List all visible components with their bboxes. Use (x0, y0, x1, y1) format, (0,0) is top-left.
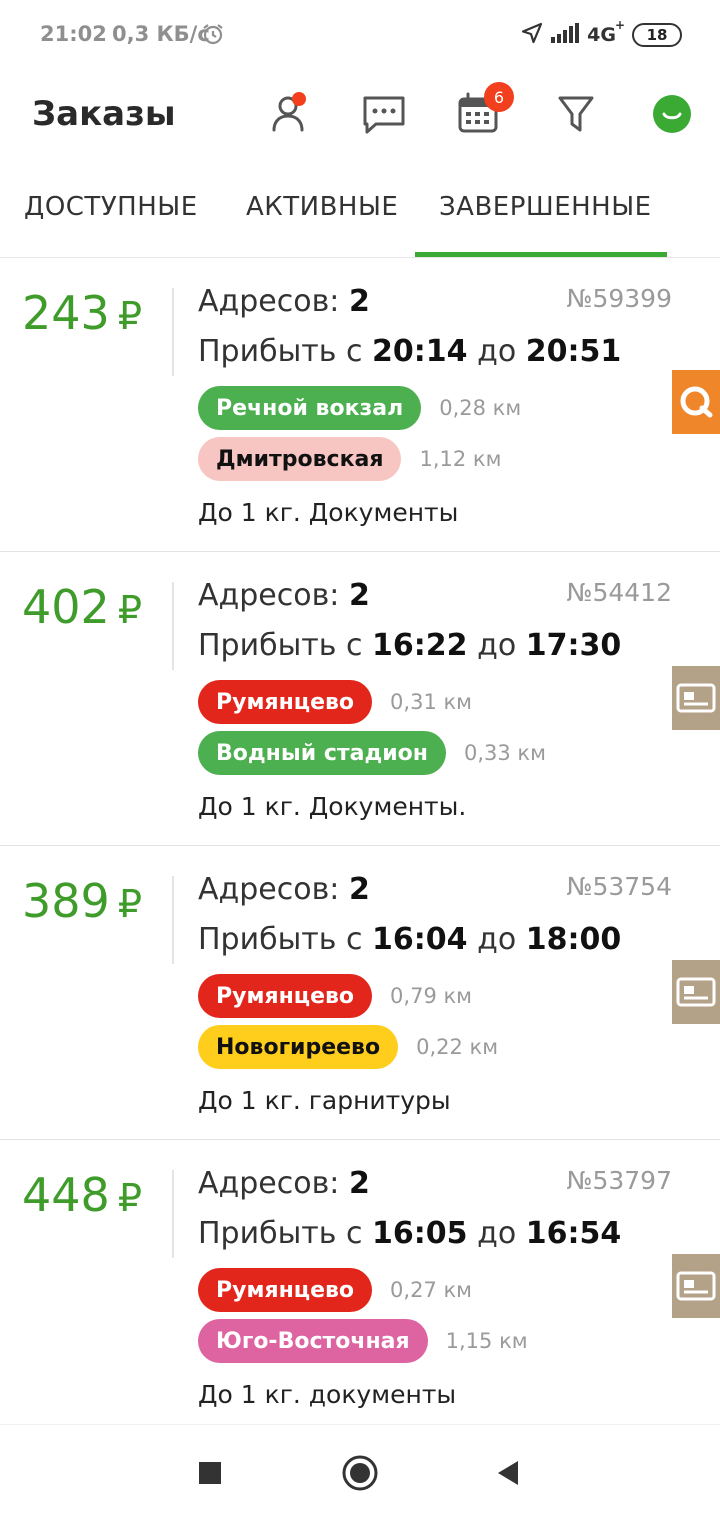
addresses-count: Адресов: 2 (198, 872, 370, 907)
profile-button[interactable] (262, 88, 314, 140)
tab-indicator (415, 252, 667, 257)
order-card[interactable]: 448 ₽ Адресов: 2 №53797 Прибыть с 16:05 до 1… (0, 1140, 720, 1434)
circle-icon (342, 1455, 378, 1491)
metro-station-badge: Новогиреево (198, 1025, 399, 1069)
arrival-window: Прибыть с 20:14 до 20:51 (198, 334, 622, 369)
divider (172, 582, 174, 670)
card-icon (676, 977, 716, 1007)
battery-icon: 18 (632, 23, 682, 47)
chat-icon (363, 96, 405, 134)
order-description: До 1 кг. Документы. (198, 792, 467, 821)
square-icon (199, 1462, 221, 1484)
tab-bar: ДОСТУПНЫЕ АКТИВНЫЕ ЗАВЕРШЕННЫЕ (0, 170, 720, 258)
stop-row: Юго-Восточная 1,15 км (198, 1319, 528, 1363)
stop-row: Румянцево 0,31 км (198, 680, 472, 724)
addresses-count: Адресов: 2 (198, 578, 370, 613)
messages-button[interactable] (358, 88, 410, 140)
stop-distance: 1,15 км (445, 1329, 528, 1353)
stop-row: Румянцево 0,79 км (198, 974, 472, 1018)
stop-distance: 0,33 км (463, 741, 546, 765)
system-nav-bar (0, 1424, 720, 1520)
filter-button[interactable] (550, 88, 602, 140)
signal-icon (551, 23, 580, 47)
stop-distance: 0,22 км (416, 1035, 499, 1059)
back-button[interactable] (488, 1453, 528, 1493)
order-number: №59399 (566, 284, 672, 313)
filter-icon (558, 96, 594, 132)
order-description: До 1 кг. Документы (198, 498, 459, 527)
stop-distance: 0,31 км (390, 690, 473, 714)
status-time: 21:02 (40, 22, 107, 46)
alarm-icon (201, 22, 225, 50)
order-description: До 1 кг. документы (198, 1380, 457, 1409)
order-number: №53797 (566, 1166, 672, 1195)
online-status-button[interactable] (646, 88, 698, 140)
calendar-button[interactable]: 6 (452, 82, 514, 140)
metro-station-badge: Речной вокзал (198, 386, 422, 430)
metro-station-badge: Водный стадион (198, 731, 446, 775)
metro-station-badge: Дмитровская (198, 437, 402, 481)
stop-distance: 0,28 км (439, 396, 522, 420)
stop-row: Водный стадион 0,33 км (198, 731, 546, 775)
divider (172, 288, 174, 376)
stop-distance: 0,27 км (390, 1278, 473, 1302)
status-bar: 21:02 0,3 КБ/с 4G + 18 (0, 0, 720, 70)
location-icon (521, 22, 543, 48)
divider (172, 1170, 174, 1258)
card-icon (676, 683, 716, 713)
divider (172, 876, 174, 964)
order-price: 389 ₽ (22, 874, 142, 928)
order-card[interactable]: 389 ₽ Адресов: 2 №53754 Прибыть с 16:04 до 1… (0, 846, 720, 1140)
calendar-badge: 6 (484, 82, 514, 112)
metro-station-badge: Румянцево (198, 1268, 373, 1312)
order-description: До 1 кг. гарнитуры (198, 1086, 451, 1115)
metro-station-badge: Румянцево (198, 974, 373, 1018)
notification-dot (292, 92, 306, 106)
smiley-icon (653, 95, 691, 133)
tab-active[interactable]: АКТИВНЫЕ (246, 192, 398, 222)
user-icon (272, 96, 304, 132)
status-right: 4G + 18 (521, 18, 682, 50)
stop-distance: 1,12 км (419, 447, 502, 471)
stop-row: Новогиреево 0,22 км (198, 1025, 498, 1069)
addresses-count: Адресов: 2 (198, 1166, 370, 1201)
status-net-speed: 0,3 КБ/с (112, 22, 210, 46)
arrival-window: Прибыть с 16:04 до 18:00 (198, 922, 622, 957)
metro-station-badge: Юго-Восточная (198, 1319, 428, 1363)
card-icon (676, 1271, 716, 1301)
metro-station-badge: Румянцево (198, 680, 373, 724)
app-bar: Заказы 6 (0, 70, 720, 170)
stop-row: Румянцево 0,27 км (198, 1268, 472, 1312)
network-type: 4G + (587, 18, 625, 46)
recents-button[interactable] (190, 1453, 230, 1493)
page-title: Заказы (32, 94, 176, 134)
tab-available[interactable]: ДОСТУПНЫЕ (24, 192, 198, 222)
order-price: 448 ₽ (22, 1168, 142, 1222)
addresses-count: Адресов: 2 (198, 284, 370, 319)
payment-method-button[interactable] (672, 370, 720, 434)
payment-method-button[interactable] (672, 1254, 720, 1318)
order-number: №53754 (566, 872, 672, 901)
stop-row: Дмитровская 1,12 км (198, 437, 501, 481)
arrival-window: Прибыть с 16:22 до 17:30 (198, 628, 622, 663)
order-price: 402 ₽ (22, 580, 142, 634)
order-card[interactable]: 402 ₽ Адресов: 2 №54412 Прибыть с 16:22 до 1… (0, 552, 720, 846)
stop-distance: 0,79 км (390, 984, 473, 1008)
triangle-back-icon (498, 1461, 518, 1485)
payment-method-button[interactable] (672, 666, 720, 730)
home-button[interactable] (340, 1453, 380, 1493)
order-price: 243 ₽ (22, 286, 142, 340)
order-number: №54412 (566, 578, 672, 607)
stop-row: Речной вокзал 0,28 км (198, 386, 521, 430)
payment-method-button[interactable] (672, 960, 720, 1024)
tab-completed[interactable]: ЗАВЕРШЕННЫЕ (439, 192, 652, 222)
order-card[interactable]: 243 ₽ Адресов: 2 №59399 Прибыть с 20:14 до 2… (0, 258, 720, 552)
arrival-window: Прибыть с 16:05 до 16:54 (198, 1216, 622, 1251)
qiwi-icon (680, 386, 713, 418)
